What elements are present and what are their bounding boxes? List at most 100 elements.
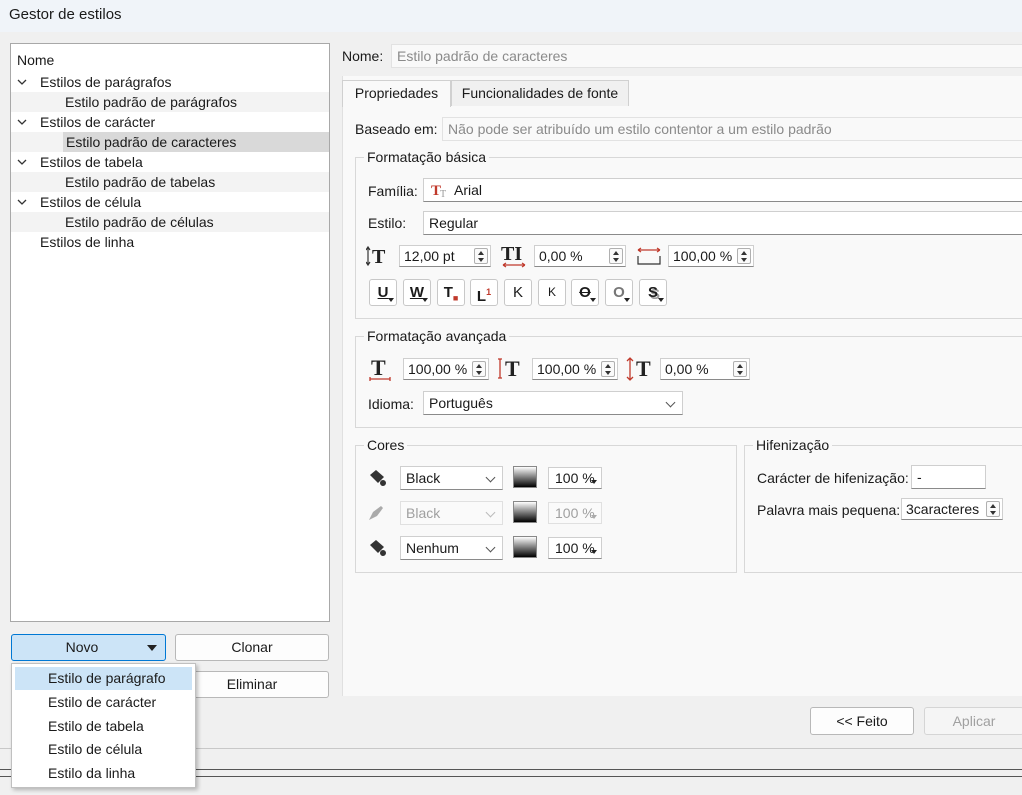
spin-updown-icon[interactable] xyxy=(986,501,1000,517)
fill-color-select[interactable]: Black xyxy=(400,466,503,490)
svg-text:T: T xyxy=(372,246,386,268)
delete-button[interactable]: Eliminar xyxy=(175,671,329,698)
title-bar: Gestor de estilos xyxy=(0,0,1022,32)
apply-button[interactable]: Aplicar xyxy=(924,707,1022,735)
spin-updown-icon[interactable] xyxy=(472,361,486,377)
tree-group-table[interactable]: Estilos de tabela xyxy=(11,152,329,172)
spin-updown-icon[interactable] xyxy=(737,248,751,264)
small-caps-button[interactable]: K xyxy=(538,279,566,306)
window-title: Gestor de estilos xyxy=(9,6,122,23)
underline-words-button[interactable]: W xyxy=(403,279,431,306)
tab-font-features[interactable]: Funcionalidades de fonte xyxy=(451,80,629,106)
language-label: Idioma: xyxy=(368,396,414,412)
font-family-field[interactable]: Arial xyxy=(423,178,1022,202)
tree-item-default-character[interactable]: Estilo padrão de caracteres xyxy=(11,132,329,152)
subscript-button[interactable]: T■ xyxy=(437,279,465,306)
style-label: Estilo: xyxy=(368,215,407,231)
clone-button[interactable]: Clonar xyxy=(175,634,329,661)
based-on-label: Baseado em: xyxy=(355,121,438,137)
background-color-select[interactable]: Nenhum xyxy=(400,536,503,560)
menu-item-cell-style[interactable]: Estilo de célula xyxy=(15,738,192,761)
fill-shade-percent[interactable]: 100 % xyxy=(548,467,602,489)
horizontal-scale-spinner[interactable]: 100,00 % xyxy=(403,358,489,380)
font-style-field[interactable]: Regular xyxy=(423,211,1022,235)
vertical-scale-icon: T xyxy=(498,356,520,381)
name-label: Nome: xyxy=(342,48,384,64)
menu-item-character-style[interactable]: Estilo de carácter xyxy=(15,691,192,714)
smallest-word-spinner[interactable]: 3caracteres xyxy=(901,498,1003,520)
tree-group-cell[interactable]: Estilos de célula xyxy=(11,192,329,212)
background-color-icon xyxy=(370,540,386,556)
chevron-down-icon xyxy=(485,472,496,483)
stroke-color-select[interactable]: Black xyxy=(400,501,503,525)
baseline-offset-icon: T xyxy=(626,356,651,381)
chevron-down-icon[interactable] xyxy=(17,197,27,207)
baseline-offset-spinner[interactable]: 0,00 % xyxy=(660,358,750,380)
tree-header: Nome xyxy=(17,52,55,68)
font-size-icon: T xyxy=(366,245,386,268)
chevron-down-icon[interactable] xyxy=(17,117,27,127)
spin-updown-icon[interactable] xyxy=(474,248,488,264)
styles-tree[interactable]: Nome Estilos de parágrafos Estilo padrão… xyxy=(10,43,330,622)
stroke-shade-swatch[interactable] xyxy=(513,501,537,523)
background-shade-swatch[interactable] xyxy=(513,536,537,558)
chevron-down-icon xyxy=(485,507,496,518)
tab-properties[interactable]: Propriedades xyxy=(342,80,451,107)
chevron-down-icon xyxy=(485,542,496,553)
outline-button[interactable]: O xyxy=(605,279,633,306)
menu-item-paragraph-style[interactable]: Estilo de parágrafo xyxy=(15,667,192,690)
tree-group-paragraph[interactable]: Estilos de parágrafos xyxy=(11,72,329,92)
strikethrough-button[interactable]: O xyxy=(571,279,599,306)
based-on-field[interactable]: Não pode ser atribuído um estilo content… xyxy=(442,117,1022,141)
family-label: Família: xyxy=(368,183,418,199)
smallest-word-label: Palavra mais pequena: xyxy=(757,502,901,518)
tree-item-default-table[interactable]: Estilo padrão de tabelas xyxy=(11,172,329,192)
advanced-formatting-title: Formatação avançada xyxy=(364,328,510,344)
hyphen-char-field[interactable]: - xyxy=(911,465,986,489)
font-size-spinner[interactable]: 12,00 pt xyxy=(399,245,491,267)
hyphen-char-label: Carácter de hifenização: xyxy=(757,470,909,486)
stroke-shade-percent[interactable]: 100 % xyxy=(548,502,602,524)
tracking-spinner[interactable]: 0,00 % xyxy=(534,245,626,267)
dropdown-arrow-icon xyxy=(147,645,157,651)
font-type-icon: T T xyxy=(431,183,446,198)
name-field[interactable]: Estilo padrão de caracteres xyxy=(391,44,1022,68)
shadow-button[interactable]: S xyxy=(639,279,667,306)
svg-text:T: T xyxy=(440,189,446,198)
basic-formatting-title: Formatação básica xyxy=(364,149,490,165)
hyphenation-title: Hifenização xyxy=(753,437,833,453)
all-caps-button[interactable]: K xyxy=(504,279,532,306)
background-shade-percent[interactable]: 100 % xyxy=(548,537,602,559)
tree-group-line[interactable]: Estilos de linha xyxy=(11,232,329,252)
superscript-button[interactable]: L1 xyxy=(470,279,498,306)
colors-title: Cores xyxy=(364,437,408,453)
vertical-scale-spinner[interactable]: 100,00 % xyxy=(532,358,618,380)
tree-item-default-paragraph[interactable]: Estilo padrão de parágrafos xyxy=(11,92,329,112)
width-scale-icon xyxy=(637,247,661,265)
tree-group-character[interactable]: Estilos de carácter xyxy=(11,112,329,132)
new-style-menu: Estilo de parágrafo Estilo de carácter E… xyxy=(11,663,196,788)
fill-shade-swatch[interactable] xyxy=(513,466,537,488)
menu-item-line-style[interactable]: Estilo da linha xyxy=(15,762,192,785)
chevron-down-icon xyxy=(665,397,676,408)
chevron-down-icon[interactable] xyxy=(17,77,27,87)
svg-text:T: T xyxy=(505,356,520,381)
scale-spinner[interactable]: 100,00 % xyxy=(668,245,754,267)
horizontal-scale-icon: T xyxy=(369,356,391,381)
menu-item-table-style[interactable]: Estilo de tabela xyxy=(15,715,192,738)
tree-item-default-cell[interactable]: Estilo padrão de células xyxy=(11,212,329,232)
language-select[interactable]: Português xyxy=(423,391,683,415)
svg-text:T: T xyxy=(371,356,386,380)
chevron-down-icon[interactable] xyxy=(17,157,27,167)
done-button[interactable]: << Feito xyxy=(810,707,914,735)
spin-updown-icon[interactable] xyxy=(609,248,623,264)
new-button[interactable]: Novo xyxy=(11,634,166,661)
spin-updown-icon[interactable] xyxy=(733,361,747,377)
svg-text:TI: TI xyxy=(501,243,522,265)
tracking-icon: TI xyxy=(501,243,526,268)
svg-text:T: T xyxy=(636,356,651,381)
fill-color-icon xyxy=(370,470,386,486)
stroke-color-icon xyxy=(369,506,383,520)
underline-button[interactable]: U xyxy=(369,279,397,306)
spin-updown-icon[interactable] xyxy=(601,361,615,377)
